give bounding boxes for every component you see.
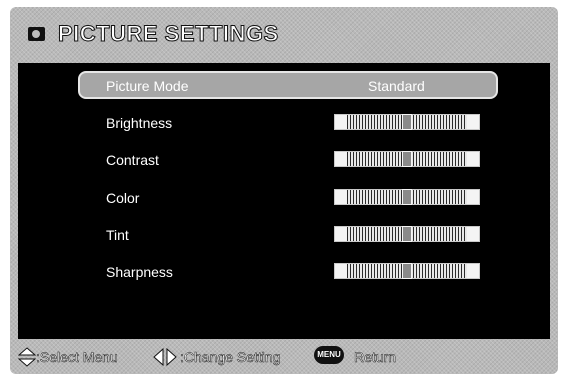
menu-item-label: Brightness <box>106 115 173 131</box>
contrast-slider[interactable] <box>334 151 480 167</box>
picture-icon <box>28 27 45 41</box>
sharpness-slider[interactable] <box>334 263 480 279</box>
key-guide: :Select Menu :Change Setting MENU Return <box>10 339 558 374</box>
picture-mode-value: Standard <box>368 78 425 94</box>
menu-key-icon: MENU <box>314 346 344 364</box>
menu-item-sharpness[interactable]: Sharpness <box>18 258 550 286</box>
slider-left-cap <box>335 115 347 129</box>
menu-item-tint[interactable]: Tint <box>18 221 550 249</box>
slider-left-cap <box>335 264 347 278</box>
slider-right-cap <box>467 227 479 241</box>
tint-slider[interactable] <box>334 226 480 242</box>
slider-right-cap <box>467 264 479 278</box>
slider-thumb[interactable] <box>402 226 412 242</box>
up-down-arrow-icon <box>18 347 36 367</box>
menu-item-label: Picture Mode <box>106 78 189 94</box>
menu-header: PICTURE SETTINGS <box>10 7 558 63</box>
slider-right-cap <box>467 152 479 166</box>
slider-thumb[interactable] <box>402 151 412 167</box>
slider-left-cap <box>335 152 347 166</box>
color-slider[interactable] <box>334 189 480 205</box>
page-title: PICTURE SETTINGS <box>58 21 279 47</box>
menu-item-brightness[interactable]: Brightness <box>18 109 550 137</box>
menu-item-color[interactable]: Color <box>18 184 550 212</box>
slider-left-cap <box>335 190 347 204</box>
menu-item-picture-mode[interactable]: Picture Mode Standard <box>78 71 498 99</box>
slider-left-cap <box>335 227 347 241</box>
menu-item-contrast[interactable]: Contrast <box>18 146 550 174</box>
slider-thumb[interactable] <box>402 263 412 279</box>
slider-thumb[interactable] <box>402 189 412 205</box>
menu-item-label: Contrast <box>106 152 159 168</box>
menu-item-label: Sharpness <box>106 264 173 280</box>
slider-thumb[interactable] <box>402 114 412 130</box>
brightness-slider[interactable] <box>334 114 480 130</box>
select-menu-hint: :Select Menu <box>36 349 118 366</box>
left-right-arrow-icon <box>153 347 177 367</box>
change-setting-hint: :Change Setting <box>180 349 281 366</box>
slider-right-cap <box>467 115 479 129</box>
slider-right-cap <box>467 190 479 204</box>
tv-screen: PICTURE SETTINGS Picture Mode Standard B… <box>10 7 558 374</box>
menu-item-label: Tint <box>106 227 129 243</box>
menu-panel: Picture Mode Standard Brightness Contras… <box>18 63 550 339</box>
return-hint: Return <box>354 349 397 366</box>
menu-item-label: Color <box>106 190 140 206</box>
